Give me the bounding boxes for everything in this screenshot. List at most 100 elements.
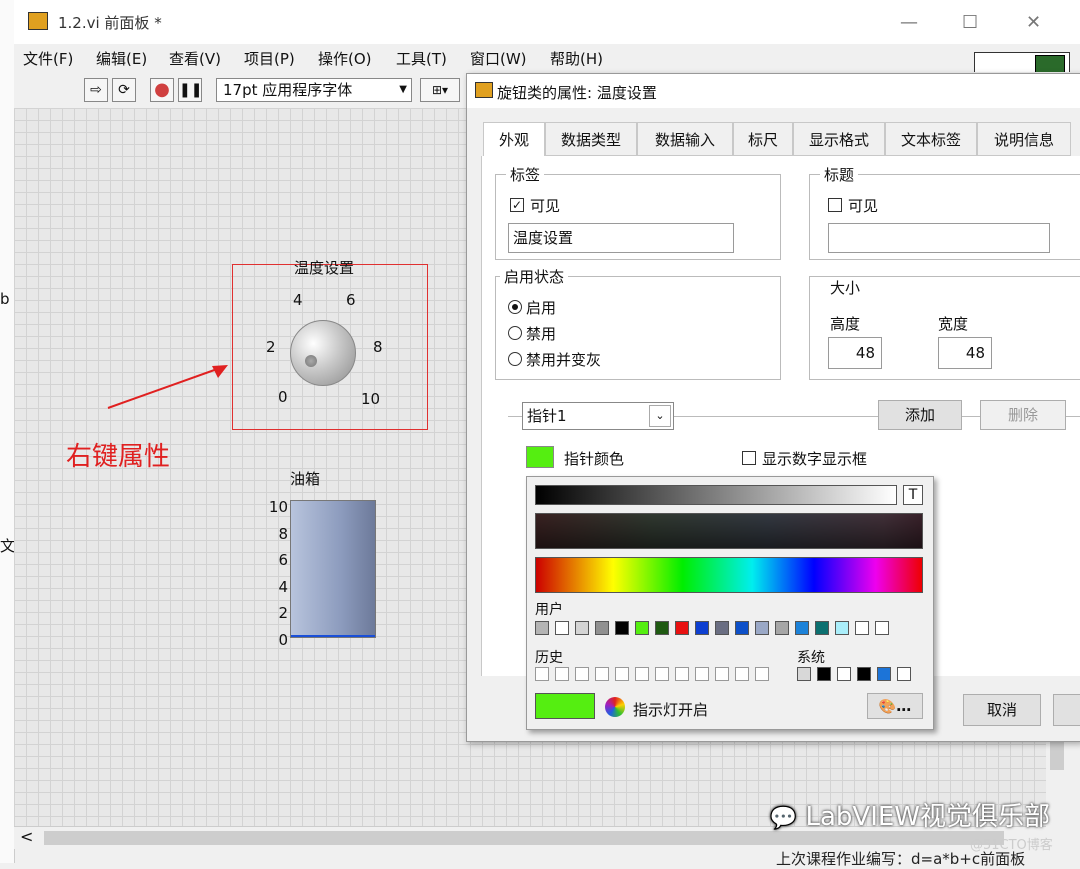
user-color-swatch[interactable] [615, 621, 629, 635]
system-color-swatch[interactable] [857, 667, 871, 681]
width-input[interactable]: 48 [938, 337, 992, 369]
history-swatch[interactable] [755, 667, 769, 681]
history-swatch[interactable] [635, 667, 649, 681]
oil-tank-indicator[interactable] [290, 500, 376, 638]
background-text: b [0, 290, 10, 308]
scrollbar-thumb[interactable] [44, 831, 1004, 845]
grayscale-ramp[interactable] [535, 485, 897, 505]
user-color-swatch[interactable] [675, 621, 689, 635]
history-swatch[interactable] [575, 667, 589, 681]
run-arrow-icon[interactable]: ⇨ [84, 78, 108, 102]
caption-visible-checkbox[interactable]: 可见 [828, 195, 878, 216]
close-icon[interactable]: ✕ [1026, 12, 1041, 33]
user-color-swatch[interactable] [795, 621, 809, 635]
user-color-swatch[interactable] [855, 621, 869, 635]
history-swatch[interactable] [735, 667, 749, 681]
menu-operate[interactable]: 操作(O) [318, 48, 372, 69]
temperature-knob[interactable] [290, 320, 356, 386]
chevron-down-icon[interactable]: ⌄ [649, 405, 671, 427]
cancel-button[interactable]: 取消 [963, 694, 1041, 726]
system-color-swatch[interactable] [897, 667, 911, 681]
tab-display-format[interactable]: 显示格式 [793, 122, 885, 156]
tab-documentation[interactable]: 说明信息 [977, 122, 1071, 156]
checkbox-checked-icon: ✓ [510, 197, 524, 212]
transparent-color-button[interactable]: T [903, 485, 923, 505]
user-color-swatch[interactable] [575, 621, 589, 635]
wechat-icon: 💬 [769, 806, 798, 831]
history-swatch[interactable] [615, 667, 629, 681]
vi-icon[interactable] [1035, 55, 1065, 73]
history-swatch[interactable] [555, 667, 569, 681]
align-objects-icon[interactable]: ⊞▾ [420, 78, 460, 102]
system-color-swatch[interactable] [817, 667, 831, 681]
maximize-icon[interactable]: ☐ [962, 12, 978, 33]
knob-tick-label: 2 [266, 338, 276, 356]
window-titlebar: 1.2.vi 前面板 * — ☐ ✕ [14, 0, 1080, 44]
history-swatch[interactable] [655, 667, 669, 681]
user-color-swatch[interactable] [695, 621, 709, 635]
height-input[interactable]: 48 [828, 337, 882, 369]
history-swatch[interactable] [535, 667, 549, 681]
user-color-swatch[interactable] [555, 621, 569, 635]
delete-needle-button[interactable]: 删除 [980, 400, 1066, 430]
user-color-swatch[interactable] [755, 621, 769, 635]
abort-icon[interactable]: ● [150, 78, 174, 102]
tab-scale[interactable]: 标尺 [733, 122, 793, 156]
label-visible-checkbox[interactable]: ✓ 可见 [510, 195, 560, 216]
menu-file[interactable]: 文件(F) [23, 48, 73, 69]
user-color-swatch[interactable] [775, 621, 789, 635]
color-wheel-icon[interactable] [605, 697, 625, 717]
scroll-left-icon[interactable]: < [20, 827, 33, 846]
pause-icon[interactable]: ❚❚ [178, 78, 202, 102]
tab-text-labels[interactable]: 文本标签 [885, 122, 977, 156]
tank-tick-label: 10 [268, 498, 288, 516]
menu-edit[interactable]: 编辑(E) [96, 48, 147, 69]
radio-enabled[interactable]: 启用 [508, 297, 556, 318]
system-color-swatch[interactable] [797, 667, 811, 681]
user-color-swatch[interactable] [815, 621, 829, 635]
menu-view[interactable]: 查看(V) [169, 48, 221, 69]
history-swatch[interactable] [675, 667, 689, 681]
caption-text-input[interactable] [828, 223, 1050, 253]
system-color-swatch[interactable] [837, 667, 851, 681]
more-colors-button[interactable]: 🎨… [867, 693, 923, 719]
help-button[interactable] [1053, 694, 1080, 726]
knob-tick-label: 6 [346, 291, 356, 309]
radio-enabled-label: 启用 [526, 299, 557, 317]
tab-data-type[interactable]: 数据类型 [545, 122, 637, 156]
palette-icon: 🎨 [878, 699, 897, 715]
add-needle-button[interactable]: 添加 [878, 400, 962, 430]
user-color-swatch[interactable] [875, 621, 889, 635]
run-continuously-icon[interactable]: ⟳ [112, 78, 136, 102]
show-digital-display-checkbox[interactable]: 显示数字显示框 [742, 448, 867, 469]
radio-disabled[interactable]: 禁用 [508, 323, 556, 344]
needle-selector[interactable]: 指针1 ⌄ [522, 402, 674, 430]
user-color-swatch[interactable] [715, 621, 729, 635]
user-color-swatch[interactable] [535, 621, 549, 635]
user-color-swatch[interactable] [655, 621, 669, 635]
tank-tick-label: 0 [278, 630, 288, 649]
needle-color-swatch[interactable] [526, 446, 554, 468]
menu-tools[interactable]: 工具(T) [396, 48, 447, 69]
radio-disabled-grayed[interactable]: 禁用并变灰 [508, 349, 601, 370]
history-swatch[interactable] [695, 667, 709, 681]
muted-color-ramp[interactable] [535, 513, 923, 549]
user-color-swatch[interactable] [835, 621, 849, 635]
font-selector[interactable]: 17pt 应用程序字体 ▼ [216, 78, 412, 102]
history-swatch[interactable] [595, 667, 609, 681]
knob-needle [305, 355, 317, 367]
label-text-input[interactable]: 温度设置 [508, 223, 734, 253]
tab-appearance[interactable]: 外观 [483, 122, 545, 158]
tank-label: 油箱 [290, 470, 321, 488]
menu-help[interactable]: 帮助(H) [550, 48, 603, 69]
user-color-swatch[interactable] [595, 621, 609, 635]
menu-window[interactable]: 窗口(W) [470, 48, 527, 69]
user-color-swatch[interactable] [635, 621, 649, 635]
tab-data-entry[interactable]: 数据输入 [637, 122, 733, 156]
hue-color-ramp[interactable] [535, 557, 923, 593]
minimize-icon[interactable]: — [900, 12, 918, 33]
menu-project[interactable]: 项目(P) [244, 48, 295, 69]
system-color-swatch[interactable] [877, 667, 891, 681]
history-swatch[interactable] [715, 667, 729, 681]
user-color-swatch[interactable] [735, 621, 749, 635]
